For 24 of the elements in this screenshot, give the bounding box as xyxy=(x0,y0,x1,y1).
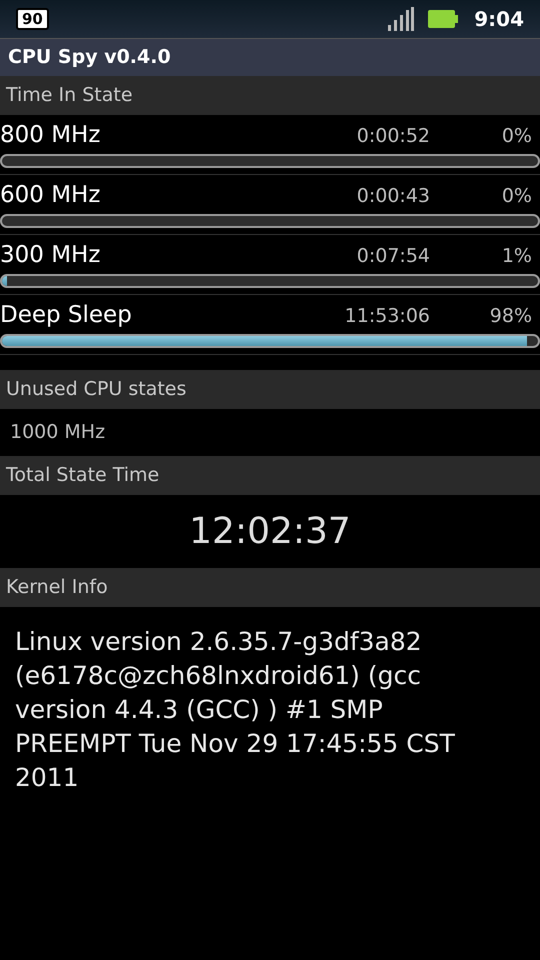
state-time: 0:00:43 xyxy=(356,184,430,209)
state-percent: 1% xyxy=(500,244,533,269)
state-percent: 0% xyxy=(500,124,533,149)
state-name: Deep Sleep xyxy=(0,300,133,329)
unused-state: 1000 MHz xyxy=(10,420,106,446)
state-name: 800 MHz xyxy=(0,120,102,149)
state-time: 0:07:54 xyxy=(356,244,430,269)
total-time: 12:02:37 xyxy=(189,510,351,554)
section-header: Time In State xyxy=(0,76,540,115)
kernel-info-text: Linux version 2.6.35.7-g3df3a82 (e6178c@zch68lnxdroid61) (gcc version 4.4.3 (GCC) ) #1 SMP PREEMPT Tue Nov 29 17:45:55 CST 2011 xyxy=(15,626,456,794)
section-header: Total State Time xyxy=(0,456,540,495)
state-percent: 98% xyxy=(488,304,533,329)
state-name: 300 MHz xyxy=(0,240,102,269)
notification-badge: 90 xyxy=(16,8,49,30)
state-time: 0:00:52 xyxy=(356,124,430,149)
state-time: 11:53:06 xyxy=(344,304,430,329)
clock: 9:04 xyxy=(474,6,524,33)
app-title: CPU Spy v0.4.0 xyxy=(8,45,171,70)
section-header: Kernel Info xyxy=(0,568,540,607)
battery-icon xyxy=(428,10,458,28)
signal-icon xyxy=(388,7,414,31)
state-name: 600 MHz xyxy=(0,180,102,209)
section-header: Unused CPU states xyxy=(0,370,540,409)
state-percent: 0% xyxy=(500,184,533,209)
